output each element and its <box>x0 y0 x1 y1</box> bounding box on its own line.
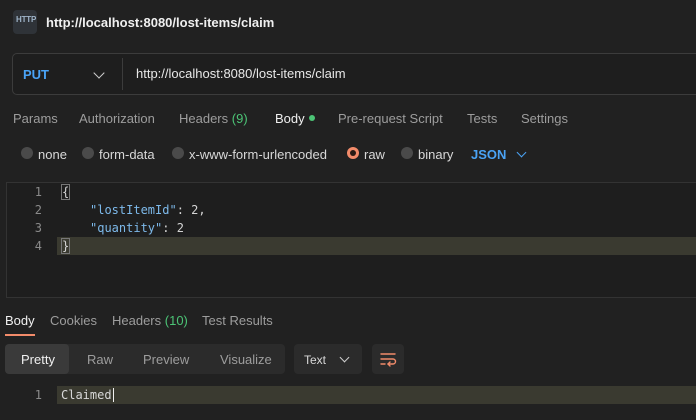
view-visualize[interactable]: Visualize <box>220 352 272 367</box>
response-line-highlight <box>57 386 696 404</box>
tab-body-label: Body <box>275 111 305 126</box>
code-line: "quantity": 2 <box>90 221 184 235</box>
line-number: 4 <box>34 239 42 253</box>
headers-count: (9) <box>231 111 248 126</box>
tab-params[interactable]: Params <box>13 111 58 126</box>
response-format-label: Text <box>304 353 327 367</box>
line-number: 3 <box>34 221 42 235</box>
active-tab-underline <box>5 334 35 336</box>
method-select[interactable]: PUT <box>23 67 49 82</box>
line-number: 1 <box>34 185 42 199</box>
tab-prerequest-script[interactable]: Pre-request Script <box>338 111 443 126</box>
tab-body[interactable]: Body <box>275 111 315 126</box>
close-brace: } <box>61 238 70 254</box>
line-number: 1 <box>34 388 42 402</box>
tab-headers[interactable]: Headers (9) <box>179 111 248 126</box>
http-request-icon: HTTP <box>13 10 37 34</box>
tab-headers-label: Headers <box>179 111 229 126</box>
response-headers-count: (10) <box>164 313 188 328</box>
view-preview[interactable]: Preview <box>143 352 189 367</box>
tab-tests[interactable]: Tests <box>467 111 497 126</box>
json-value: : 2, <box>176 203 206 217</box>
tab-authorization[interactable]: Authorization <box>79 111 155 126</box>
json-value: : 2 <box>162 221 184 235</box>
response-tab-test-results[interactable]: Test Results <box>202 313 273 328</box>
json-key: "quantity" <box>90 221 163 235</box>
radio-urlencoded[interactable] <box>172 147 184 159</box>
wrap-lines-button[interactable] <box>372 344 404 374</box>
tab-settings[interactable]: Settings <box>521 111 568 126</box>
request-title[interactable]: http://localhost:8080/lost-items/claim <box>46 15 274 30</box>
json-key: "lostItemId" <box>90 203 177 217</box>
response-body-text[interactable]: Claimed <box>61 388 114 402</box>
chevron-down-icon[interactable] <box>516 147 527 158</box>
view-raw[interactable]: Raw <box>87 352 113 367</box>
response-tab-headers[interactable]: Headers (10) <box>112 313 188 328</box>
radio-urlencoded-label[interactable]: x-www-form-urlencoded <box>189 147 327 162</box>
code-line: "lostItemId": 2, <box>90 203 206 217</box>
response-tab-cookies[interactable]: Cookies <box>50 313 97 328</box>
wrap-lines-icon <box>380 353 397 367</box>
format-dropdown[interactable]: JSON <box>471 147 506 162</box>
radio-none[interactable] <box>21 147 33 159</box>
radio-none-label[interactable]: none <box>38 147 67 162</box>
open-brace: { <box>61 184 70 200</box>
radio-form-data-label[interactable]: form-data <box>99 147 155 162</box>
response-tab-body[interactable]: Body <box>5 313 35 328</box>
url-bar <box>12 53 696 95</box>
radio-binary-label[interactable]: binary <box>418 147 453 162</box>
current-line-highlight <box>57 237 696 255</box>
divider <box>122 58 123 90</box>
radio-binary[interactable] <box>401 147 413 159</box>
body-modified-dot <box>308 115 315 121</box>
line-number: 2 <box>34 203 42 217</box>
view-pretty[interactable]: Pretty <box>21 352 55 367</box>
url-input[interactable]: http://localhost:8080/lost-items/claim <box>136 66 346 81</box>
radio-raw-label[interactable]: raw <box>364 147 385 162</box>
response-tab-headers-label: Headers <box>112 313 162 328</box>
radio-raw[interactable] <box>347 147 359 159</box>
radio-form-data[interactable] <box>82 147 94 159</box>
